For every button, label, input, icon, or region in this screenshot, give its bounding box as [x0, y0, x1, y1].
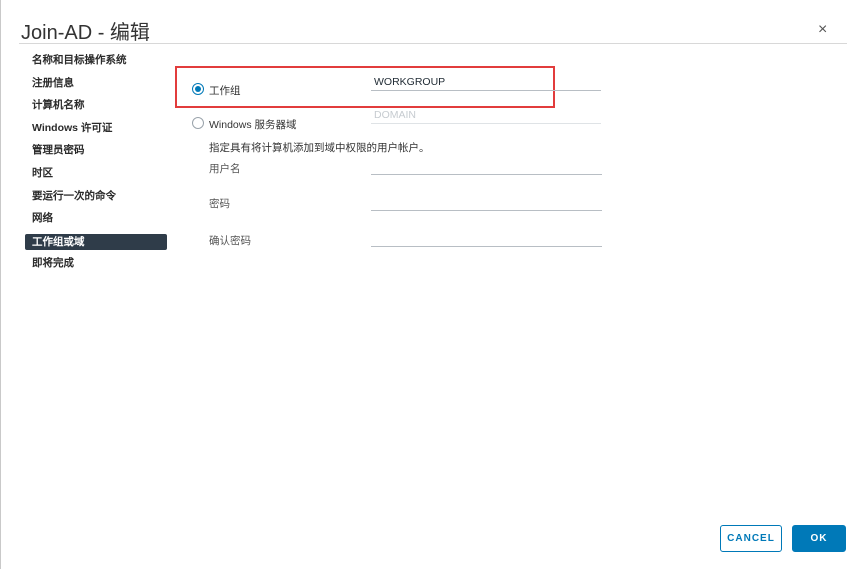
title-divider	[19, 43, 847, 44]
nav-item-registration[interactable]: 注册信息	[25, 73, 167, 96]
cancel-button[interactable]: CANCEL	[720, 525, 782, 552]
close-icon[interactable]: ×	[818, 22, 827, 38]
domain-radio-label: Windows 服务器域	[209, 119, 297, 131]
nav-item-network[interactable]: 网络	[25, 208, 167, 231]
nav-item-computer-name[interactable]: 计算机名称	[25, 95, 167, 118]
nav-item-timezone[interactable]: 时区	[25, 163, 167, 186]
edit-dialog: Join-AD - 编辑 × 名称和目标操作系统 注册信息 计算机名称 Wind…	[0, 0, 865, 569]
domain-radio[interactable]	[192, 117, 204, 129]
nav-item-windows-license[interactable]: Windows 许可证	[25, 118, 167, 141]
workgroup-input[interactable]: WORKGROUP	[371, 73, 601, 91]
ok-button[interactable]: OK	[792, 525, 846, 552]
domain-hint-text: 指定具有将计算机添加到域中权限的用户帐户。	[209, 142, 430, 154]
nav-item-run-once[interactable]: 要运行一次的命令	[25, 186, 167, 209]
confirm-password-field[interactable]	[371, 229, 602, 247]
username-field[interactable]	[371, 157, 602, 175]
confirm-password-label: 确认密码	[209, 235, 251, 247]
username-label: 用户名	[209, 163, 241, 175]
nav-item-admin-password[interactable]: 管理员密码	[25, 140, 167, 163]
nav-item-name-os[interactable]: 名称和目标操作系统	[25, 50, 167, 73]
workgroup-radio-label: 工作组	[209, 85, 241, 97]
workgroup-radio[interactable]	[192, 83, 204, 95]
password-label: 密码	[209, 198, 230, 210]
nav-item-workgroup-domain[interactable]: 工作组或域	[25, 233, 167, 250]
domain-input[interactable]: DOMAIN	[371, 106, 601, 124]
password-field[interactable]	[371, 193, 602, 211]
wizard-nav: 名称和目标操作系统 注册信息 计算机名称 Windows 许可证 管理员密码 时…	[25, 50, 167, 275]
nav-item-ready[interactable]: 即将完成	[25, 253, 167, 276]
dialog-title: Join-AD - 编辑	[21, 22, 150, 44]
